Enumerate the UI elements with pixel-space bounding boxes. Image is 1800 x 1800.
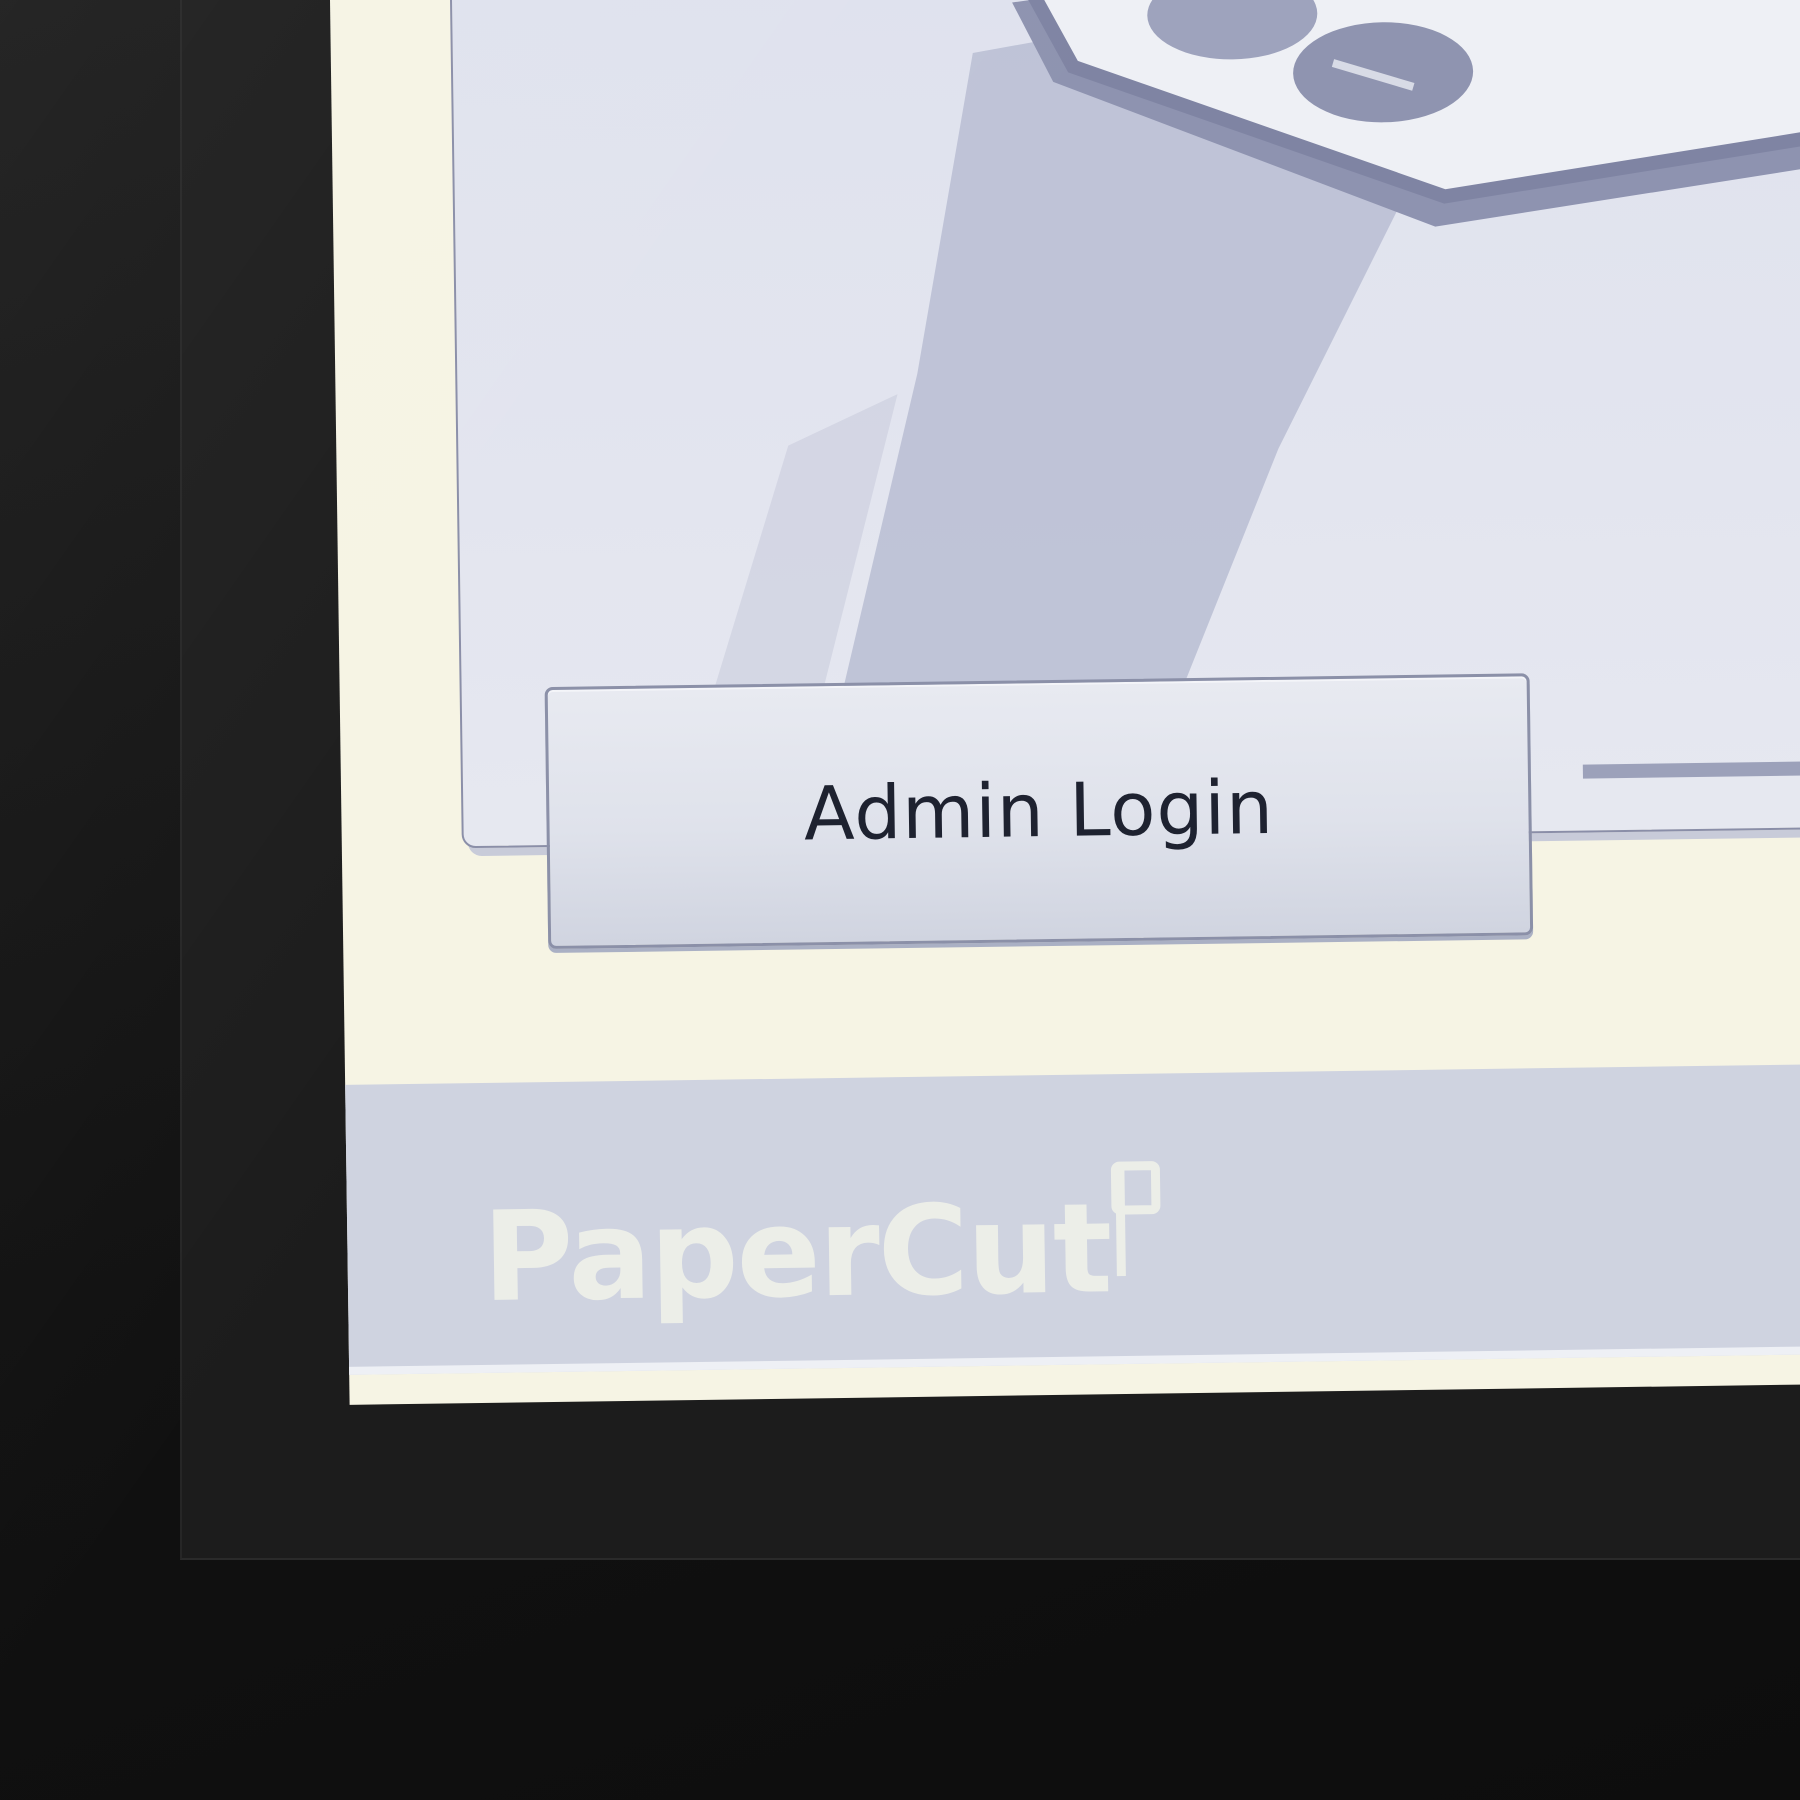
- admin-login-button[interactable]: Admin Login: [544, 673, 1534, 950]
- papercut-logo-mark-icon: [1110, 1161, 1161, 1277]
- brand-name: PaperCut: [481, 1177, 1112, 1330]
- device-bezel: Admin Login PaperCut: [0, 0, 1800, 1800]
- footer-band: PaperCut: [335, 1063, 1800, 1376]
- admin-login-label: Admin Login: [803, 764, 1275, 858]
- kiosk-screen: Admin Login PaperCut: [330, 0, 1800, 1405]
- brand-logo: PaperCut: [481, 1161, 1164, 1333]
